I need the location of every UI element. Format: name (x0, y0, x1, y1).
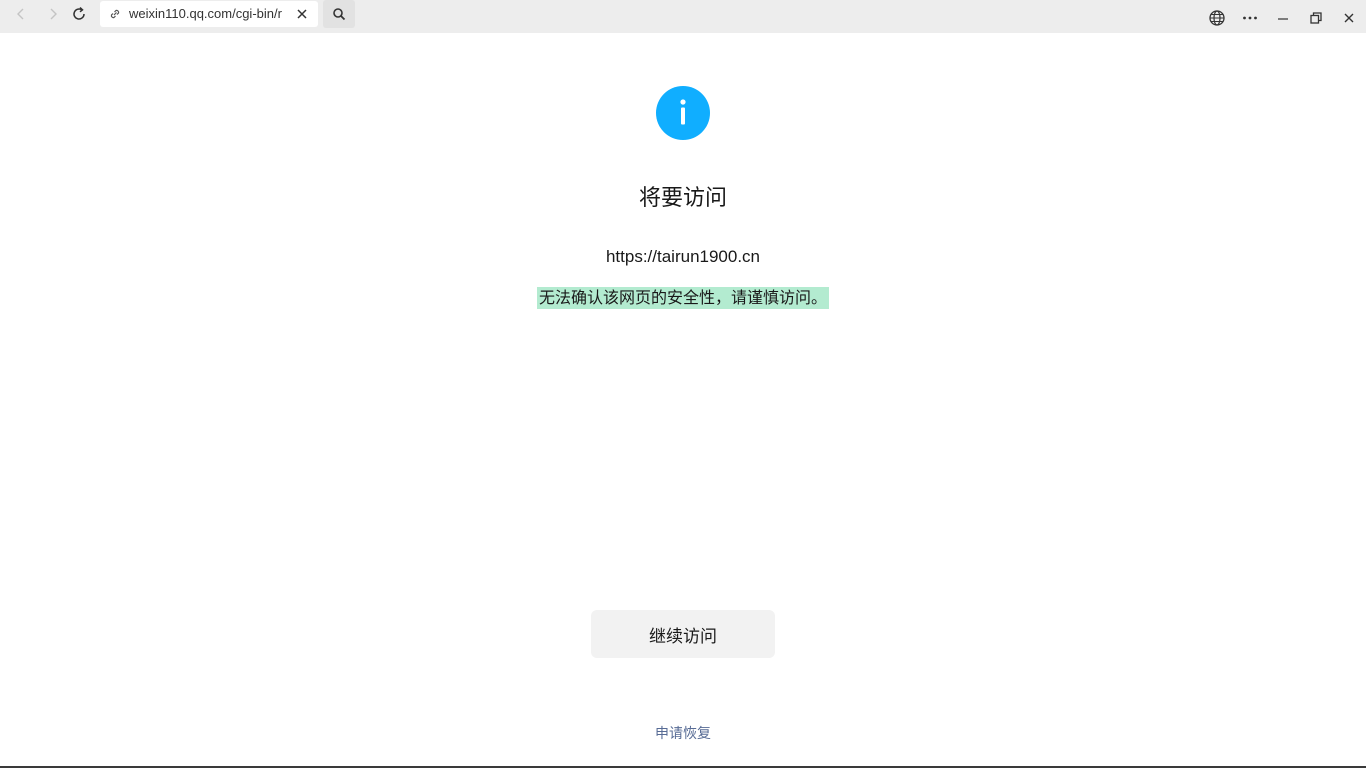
minimize-button[interactable] (1273, 8, 1293, 28)
browser-toolbar: weixin110.qq.com/cgi-bin/r (0, 0, 1366, 33)
globe-icon (1209, 10, 1225, 26)
more-icon (1243, 16, 1257, 20)
page-title: 将要访问 (638, 186, 727, 211)
chevron-left-icon (17, 8, 24, 20)
close-window-button[interactable] (1339, 8, 1359, 28)
close-icon (1344, 13, 1354, 23)
forward-button[interactable] (39, 2, 67, 26)
close-icon[interactable] (295, 7, 309, 21)
minimize-icon (1278, 18, 1288, 20)
search-icon (333, 8, 346, 21)
continue-button[interactable]: 继续访问 (591, 610, 775, 658)
refresh-button[interactable] (65, 2, 93, 26)
restore-button[interactable] (1306, 8, 1326, 28)
link-icon (110, 9, 120, 19)
back-button[interactable] (7, 2, 35, 26)
refresh-icon (73, 6, 85, 20)
info-icon (656, 86, 710, 140)
target-url: https://tairun1900.cn (605, 247, 761, 266)
warning-text: 无法确认该网页的安全性，请谨慎访问。 (536, 287, 829, 309)
warning-container: 无法确认该网页的安全性，请谨慎访问。 (0, 287, 1366, 309)
search-button[interactable] (323, 0, 355, 28)
globe-button[interactable] (1207, 8, 1227, 28)
chevron-right-icon (50, 8, 57, 20)
recover-link[interactable]: 申请恢复 (0, 723, 1366, 743)
more-button[interactable] (1240, 8, 1260, 28)
restore-icon (1310, 12, 1322, 24)
address-bar[interactable]: weixin110.qq.com/cgi-bin/r (100, 1, 318, 27)
address-url[interactable]: weixin110.qq.com/cgi-bin/r (129, 6, 287, 21)
